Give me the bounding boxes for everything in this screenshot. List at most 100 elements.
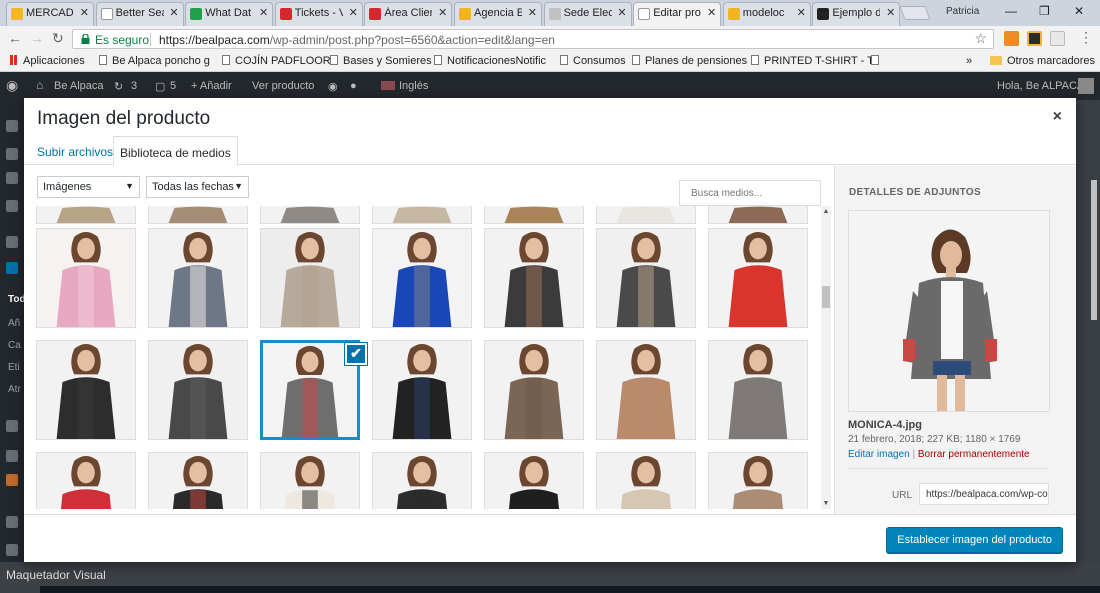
media-thumbnail[interactable]: [708, 206, 808, 224]
media-thumbnail[interactable]: [596, 228, 696, 328]
media-thumbnail[interactable]: [148, 206, 248, 224]
browser-tab[interactable]: Ejemplo d ✕: [812, 2, 901, 26]
delete-permanently-link[interactable]: Borrar permanentemente: [918, 449, 1030, 460]
products-icon[interactable]: [6, 262, 18, 274]
reload-icon[interactable]: ↻: [52, 30, 64, 47]
browser-tab[interactable]: Sede Elec ✕: [543, 2, 632, 26]
media-thumbnail[interactable]: [148, 228, 248, 328]
set-product-image-button[interactable]: Establecer imagen del producto: [886, 527, 1063, 553]
bookmark-item[interactable]: COJÍN PADFLOOR: [222, 55, 331, 67]
tab-media-library[interactable]: Biblioteca de medios: [113, 136, 238, 166]
tab-upload-files[interactable]: Subir archivos: [31, 136, 119, 165]
tab-close-icon[interactable]: ✕: [169, 6, 178, 19]
grid-scrollbar[interactable]: ▲ ▼: [821, 206, 831, 509]
tab-close-icon[interactable]: ✕: [349, 6, 358, 19]
url-input[interactable]: Es seguro https://bealpaca.com/wp-admin/…: [72, 29, 994, 49]
users-icon[interactable]: [6, 516, 18, 528]
new-tab-button[interactable]: [899, 6, 931, 20]
bookmark-item[interactable]: Bases y Somieres: [330, 55, 432, 67]
media-thumbnail[interactable]: [372, 228, 472, 328]
media-thumbnail[interactable]: [260, 452, 360, 509]
edit-image-link[interactable]: Editar imagen: [848, 449, 910, 460]
media-thumbnail[interactable]: [372, 206, 472, 224]
tab-close-icon[interactable]: ✕: [438, 6, 447, 19]
bookmark-star-icon[interactable]: ☆: [974, 30, 987, 47]
admin-site-name[interactable]: Be Alpaca: [54, 80, 104, 92]
media-thumbnail[interactable]: [596, 206, 696, 224]
media-thumbnail[interactable]: [484, 452, 584, 509]
bookmark-item[interactable]: [871, 55, 884, 67]
visual-builder-link[interactable]: Maquetador Visual: [6, 568, 106, 582]
sidebar-text-0[interactable]: Tod: [8, 294, 26, 305]
media-thumbnail[interactable]: [708, 452, 808, 509]
restore-icon[interactable]: ❐: [1039, 4, 1050, 18]
browser-tab[interactable]: Editar pro ✕: [633, 2, 722, 26]
extension-gray-icon[interactable]: [1050, 31, 1065, 46]
close-icon[interactable]: ×: [1053, 108, 1062, 126]
woo-icon[interactable]: [6, 474, 18, 486]
comments-icon[interactable]: ▢: [155, 80, 165, 93]
dashboard-icon[interactable]: [6, 120, 18, 132]
browser-profile[interactable]: Patricia: [946, 6, 979, 17]
media-thumbnail[interactable]: [36, 206, 136, 224]
settings-icon[interactable]: [6, 544, 18, 556]
plugins-icon[interactable]: [6, 450, 18, 462]
add-new-menu[interactable]: + Añadir: [191, 80, 232, 92]
updates-icon[interactable]: ↻: [114, 80, 123, 93]
media-thumbnail[interactable]: [484, 340, 584, 440]
pin-icon[interactable]: [6, 172, 18, 184]
bookmark-item[interactable]: Planes de pensiones: [632, 55, 747, 67]
tab-close-icon[interactable]: ✕: [886, 6, 895, 19]
sidebar-text-2[interactable]: Ca: [8, 340, 21, 351]
admin-greeting[interactable]: Hola, Be ALPACA: [997, 80, 1084, 92]
bookmark-item[interactable]: Consumos: [560, 55, 626, 67]
attachment-url-field[interactable]: https://bealpaca.com/wp-co: [919, 483, 1049, 505]
tab-close-icon[interactable]: ✕: [259, 6, 268, 19]
search-input[interactable]: Busca medios...: [679, 180, 821, 206]
forward-arrow-icon[interactable]: →: [30, 30, 44, 46]
media-thumbnail[interactable]: [260, 228, 360, 328]
tools-icon[interactable]: [6, 420, 18, 432]
details-scrollbar[interactable]: [1089, 176, 1098, 506]
media-thumbnail[interactable]: [148, 340, 248, 440]
mail-icon[interactable]: [6, 200, 18, 212]
media-thumbnail[interactable]: [148, 452, 248, 509]
media-thumbnail[interactable]: [372, 452, 472, 509]
sidebar-text-3[interactable]: Eti: [8, 362, 20, 373]
media-thumbnail[interactable]: [36, 340, 136, 440]
selected-check-icon[interactable]: ✔: [345, 343, 367, 365]
tab-close-icon[interactable]: ✕: [707, 6, 716, 19]
tab-close-icon[interactable]: ✕: [617, 6, 626, 19]
window-close-icon[interactable]: ✕: [1074, 4, 1084, 18]
browser-tab[interactable]: Tickets - V ✕: [274, 2, 363, 26]
date-filter-select[interactable]: Todas las fechas ▼: [146, 176, 249, 198]
browser-tab[interactable]: Better Sea ✕: [95, 2, 184, 26]
minimize-icon[interactable]: —: [1005, 4, 1017, 18]
sidebar-text-4[interactable]: Atr: [8, 384, 21, 395]
media-thumbnail[interactable]: [36, 228, 136, 328]
media-thumbnail[interactable]: [36, 452, 136, 509]
other-bookmarks-folder[interactable]: Otros marcadores: [990, 55, 1095, 67]
browser-tab[interactable]: MERCADO ✕: [6, 2, 94, 26]
media-type-select[interactable]: Imágenes ▼: [37, 176, 140, 198]
bookmark-item[interactable]: Be Alpaca poncho g: [99, 55, 210, 67]
scrollbar-thumb[interactable]: [822, 286, 830, 308]
media-thumbnail[interactable]: [596, 340, 696, 440]
view-product-link[interactable]: Ver producto: [252, 80, 314, 92]
avatar[interactable]: [1078, 78, 1094, 94]
tab-close-icon[interactable]: ✕: [528, 6, 537, 19]
extension-box-icon[interactable]: [1027, 31, 1042, 46]
more-bookmarks-button[interactable]: »: [966, 55, 972, 67]
media-thumbnail[interactable]: [596, 452, 696, 509]
extension-off-icon[interactable]: [1004, 31, 1019, 46]
scroll-down-icon[interactable]: ▼: [821, 500, 831, 507]
media-thumbnail[interactable]: [484, 206, 584, 224]
sidebar-text-1[interactable]: Añ: [8, 318, 20, 329]
toolbar-plugin-icon[interactable]: ◉: [328, 80, 338, 93]
browser-menu-icon[interactable]: ⋮: [1079, 29, 1093, 46]
media-thumbnail[interactable]: [372, 340, 472, 440]
browser-tab[interactable]: Agencia E ✕: [454, 2, 542, 26]
bookmark-item[interactable]: PRINTED T-SHIRT - T: [751, 55, 874, 67]
media-thumbnail[interactable]: [260, 206, 360, 224]
media-thumbnail[interactable]: [484, 228, 584, 328]
